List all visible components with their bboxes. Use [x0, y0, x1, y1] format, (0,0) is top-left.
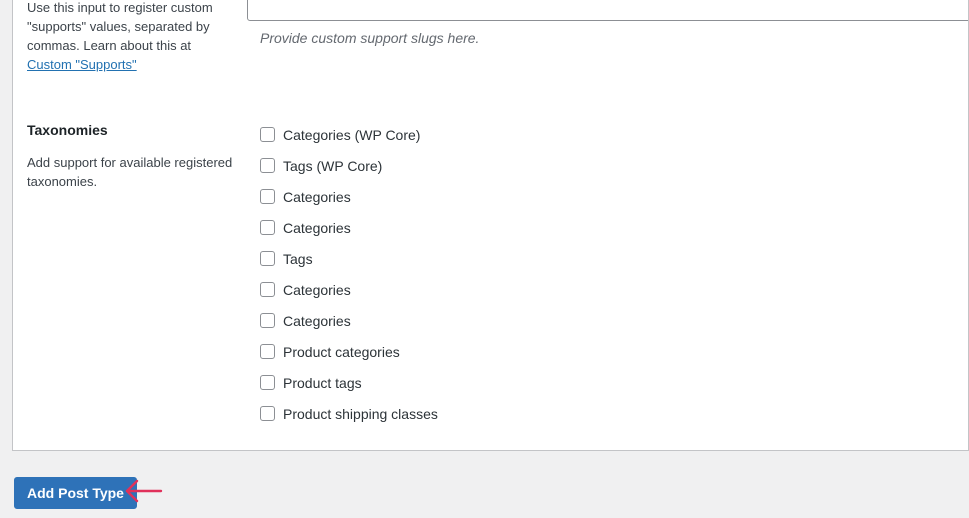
taxonomy-item-label: Categories	[283, 314, 351, 328]
checkbox-icon[interactable]	[260, 127, 275, 142]
taxonomy-item-label: Categories	[283, 283, 351, 297]
taxonomy-item[interactable]: Product categories	[247, 336, 438, 367]
taxonomy-item[interactable]: Product tags	[247, 367, 438, 398]
taxonomy-item-label: Product shipping classes	[283, 407, 438, 421]
taxonomy-item[interactable]: Product shipping classes	[247, 398, 438, 429]
taxonomy-item[interactable]: Categories	[247, 305, 438, 336]
taxonomies-description: Add support for available registered tax…	[27, 153, 237, 191]
taxonomy-item[interactable]: Categories	[247, 181, 438, 212]
taxonomy-item-label: Categories (WP Core)	[283, 128, 420, 142]
checkbox-icon[interactable]	[260, 251, 275, 266]
custom-supports-row: Use this input to register custom "suppo…	[13, 0, 968, 103]
taxonomy-item-label: Product tags	[283, 376, 362, 390]
taxonomy-item[interactable]: Tags	[247, 243, 438, 274]
checkbox-icon[interactable]	[260, 220, 275, 235]
taxonomy-item[interactable]: Categories	[247, 212, 438, 243]
taxonomy-item[interactable]: Tags (WP Core)	[247, 150, 438, 181]
custom-supports-hint: Provide custom support slugs here.	[260, 30, 479, 46]
taxonomies-title: Taxonomies	[27, 121, 232, 141]
taxonomy-item[interactable]: Categories	[247, 274, 438, 305]
settings-card: Use this input to register custom "suppo…	[12, 0, 969, 451]
add-post-type-button[interactable]: Add Post Type	[14, 477, 137, 509]
taxonomy-item-label: Product categories	[283, 345, 400, 359]
custom-supports-link[interactable]: Custom "Supports"	[27, 57, 137, 72]
custom-supports-description-text: Use this input to register custom "suppo…	[27, 0, 213, 53]
checkbox-icon[interactable]	[260, 158, 275, 173]
custom-supports-description-column: Use this input to register custom "suppo…	[27, 0, 232, 74]
checkbox-icon[interactable]	[260, 282, 275, 297]
checkbox-icon[interactable]	[260, 406, 275, 421]
taxonomy-item-label: Categories	[283, 190, 351, 204]
taxonomy-item[interactable]: Categories (WP Core)	[247, 119, 438, 150]
checkbox-icon[interactable]	[260, 189, 275, 204]
checkbox-icon[interactable]	[260, 344, 275, 359]
checkbox-icon[interactable]	[260, 313, 275, 328]
checkbox-icon[interactable]	[260, 375, 275, 390]
taxonomy-item-label: Tags (WP Core)	[283, 159, 382, 173]
taxonomy-item-label: Categories	[283, 221, 351, 235]
custom-supports-description: Use this input to register custom "suppo…	[27, 0, 232, 74]
taxonomy-item-label: Tags	[283, 252, 313, 266]
custom-supports-input[interactable]	[247, 0, 969, 21]
taxonomies-checkbox-list: Categories (WP Core) Tags (WP Core) Catego…	[247, 119, 438, 429]
